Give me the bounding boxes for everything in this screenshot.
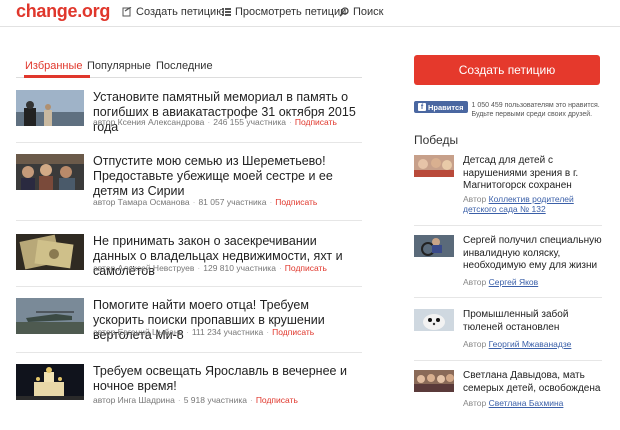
petition-author: автор Ксения Александрова	[93, 117, 205, 127]
petition-author: автор Алексей Невструев	[93, 263, 195, 273]
facebook-icon: f	[418, 103, 426, 111]
site-logo[interactable]: change.org	[16, 1, 110, 22]
nav-browse-petitions[interactable]: Просмотреть петиции	[222, 6, 346, 18]
facebook-like-button[interactable]: f Нравится	[414, 101, 468, 113]
divider	[16, 352, 362, 353]
divider	[414, 225, 602, 226]
petition-item[interactable]: Помогите найти моего отца! Требуем ускор…	[16, 298, 362, 342]
victory-item[interactable]: Светлана Давыдова, мать семерых детей, о…	[414, 370, 604, 410]
petition-item[interactable]: Отпустите мою семью из Шереметьево! Пред…	[16, 154, 362, 208]
nav-browse-petitions-label: Просмотреть петиции	[235, 6, 347, 18]
victory-author-prefix: Автор	[463, 339, 487, 349]
divider	[414, 297, 602, 298]
victory-author: Автор Коллектив родителей детского сада …	[463, 194, 604, 214]
petition-author: автор Тамара Османова	[93, 197, 190, 207]
petition-meta: автор Ксения Александрова · 246 155 участн…	[93, 117, 337, 127]
victory-thumbnail[interactable]	[414, 370, 454, 392]
petition-count: 5 918 участника	[183, 395, 247, 405]
facebook-like-hint: Будьте первыми среди своих друзей.	[471, 111, 593, 118]
victory-author-prefix: Автор	[463, 398, 487, 408]
victories-heading: Победы	[414, 133, 459, 147]
petition-tabs: Избранные Популярные Последние	[16, 58, 362, 78]
nav-create-petition-label: Создать петицию	[136, 6, 225, 18]
petition-item[interactable]: Не принимать закон о засекречивании данн…	[16, 234, 362, 278]
victory-author-link[interactable]: Сергей Яков	[489, 277, 539, 287]
sign-link[interactable]: Подписать	[285, 263, 327, 273]
pencil-icon	[122, 7, 132, 17]
tab-featured[interactable]: Избранные	[25, 60, 83, 72]
victory-author: Автор Георгий Мжаванадзе	[463, 339, 571, 349]
sign-link[interactable]: Подписать	[272, 327, 314, 337]
petition-author: автор Евгений Цыбань	[93, 327, 183, 337]
divider	[16, 220, 362, 221]
petition-thumbnail[interactable]	[16, 364, 84, 400]
facebook-like-text: 1 050 459 пользователям это нравится. Бу…	[472, 101, 600, 119]
petition-meta: автор Алексей Невструев · 129 810 участник…	[93, 263, 327, 273]
petition-thumbnail[interactable]	[16, 298, 84, 334]
facebook-like-widget: f Нравится 1 050 459 пользователям это н…	[414, 101, 600, 119]
petition-count: 111 234 участника	[191, 327, 264, 337]
petition-author: автор Инга Шадрина	[93, 395, 175, 405]
petition-count: 246 155 участника	[213, 117, 286, 127]
petition-meta: автор Инга Шадрина · 5 918 участника · Подпи…	[93, 395, 298, 405]
sign-link[interactable]: Подписать	[275, 197, 317, 207]
list-icon	[222, 8, 231, 16]
victory-title[interactable]: Сергей получил специальную инвалидную ко…	[463, 235, 603, 273]
victory-title[interactable]: Детсад для детей с нарушениями зрения в …	[463, 155, 603, 193]
create-petition-button[interactable]: Создать петицию	[414, 55, 600, 85]
victory-item[interactable]: Промышленный забой тюленей остановлен Ав…	[414, 309, 604, 349]
facebook-like-label: Нравится	[428, 102, 464, 112]
divider	[16, 142, 362, 143]
active-tab-indicator	[24, 75, 90, 78]
nav-search[interactable]: Поиск	[339, 6, 383, 18]
divider	[414, 360, 602, 361]
petition-item[interactable]: Требуем освещать Ярославль в вечернее и …	[16, 364, 363, 405]
petition-meta: автор Евгений Цыбань · 111 234 участника · П…	[93, 327, 315, 337]
petition-count: 81 057 участника	[198, 197, 267, 207]
victory-author: Автор Сергей Яков	[463, 277, 538, 287]
victory-title[interactable]: Светлана Давыдова, мать семерых детей, о…	[463, 370, 603, 395]
top-navigation-bar: change.org Создать петицию Просмотреть п…	[0, 0, 620, 27]
victory-author-link[interactable]: Светлана Бахмина	[489, 398, 564, 408]
tab-recent[interactable]: Последние	[156, 60, 213, 72]
victory-title[interactable]: Промышленный забой тюленей остановлен	[463, 309, 603, 334]
victory-author-prefix: Автор	[463, 194, 487, 204]
petition-title[interactable]: Отпустите мою семью из Шереметьево! Пред…	[93, 154, 363, 199]
petition-thumbnail[interactable]	[16, 90, 84, 126]
search-icon	[339, 7, 349, 17]
victory-author-link[interactable]: Георгий Мжаванадзе	[489, 339, 572, 349]
petition-meta: автор Тамара Османова · 81 057 участника · П…	[93, 197, 318, 207]
victory-item[interactable]: Детсад для детей с нарушениями зрения в …	[414, 155, 604, 215]
divider	[16, 286, 362, 287]
victory-author: Автор Светлана Бахмина	[463, 398, 563, 408]
sign-link[interactable]: Подписать	[256, 395, 298, 405]
victory-thumbnail[interactable]	[414, 155, 454, 177]
sign-link[interactable]: Подписать	[295, 117, 337, 127]
victory-thumbnail[interactable]	[414, 309, 454, 331]
petition-thumbnail[interactable]	[16, 154, 84, 190]
petition-thumbnail[interactable]	[16, 234, 84, 270]
victory-author-prefix: Автор	[463, 277, 487, 287]
victory-thumbnail[interactable]	[414, 235, 454, 257]
petition-item[interactable]: Установите памятный мемориал в память о …	[16, 90, 362, 134]
nav-search-label: Поиск	[353, 6, 384, 18]
tab-popular[interactable]: Популярные	[87, 60, 151, 72]
petition-title[interactable]: Требуем освещать Ярославль в вечернее и …	[93, 364, 363, 394]
facebook-like-count: 1 050 459 пользователям это нравится.	[471, 102, 600, 109]
nav-create-petition[interactable]: Создать петицию	[122, 6, 224, 18]
petition-title[interactable]: Установите памятный мемориал в память о …	[93, 90, 363, 135]
petition-count: 129 810 участника	[203, 263, 276, 273]
victory-item[interactable]: Сергей получил специальную инвалидную ко…	[414, 235, 604, 287]
